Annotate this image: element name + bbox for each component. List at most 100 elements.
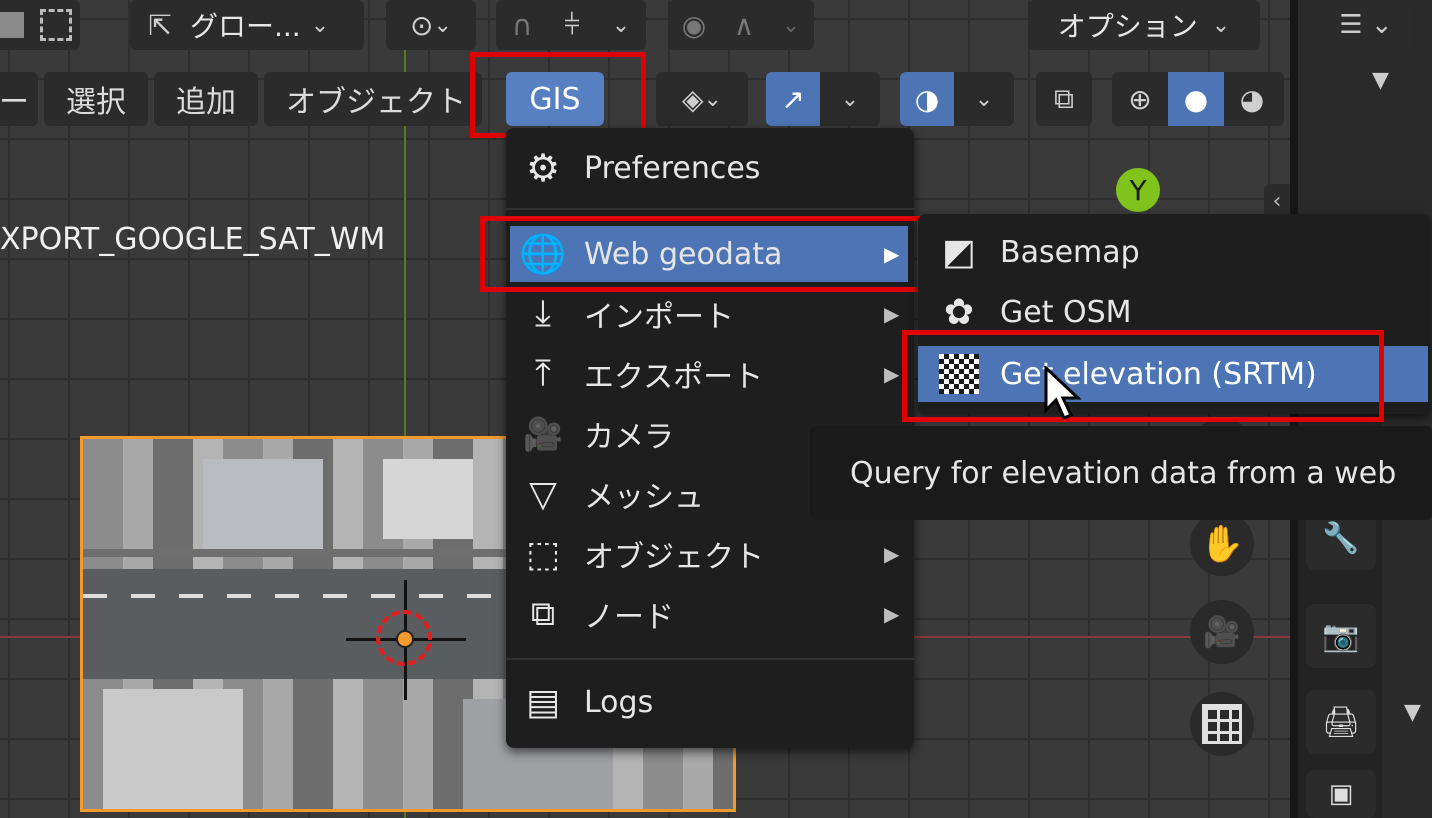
menu-label: ー (0, 85, 29, 120)
camera-icon: 🎥 (523, 415, 563, 453)
menu-object[interactable]: オブジェクト (264, 72, 482, 126)
select-box-icon[interactable] (0, 12, 24, 38)
chevron-down-icon: ⌄ (310, 12, 330, 38)
submenu-arrow-icon: ▶ (884, 302, 900, 326)
logs-icon: ▤ (525, 681, 560, 723)
camera-icon: 🎥 (1203, 614, 1241, 650)
menu-item-export[interactable]: ⤒ エクスポート ▶ (518, 346, 902, 402)
render-tab[interactable]: 📷 (1306, 604, 1376, 668)
overlay-icon[interactable]: ◑ (900, 72, 954, 126)
menu-view-partial[interactable]: ー (0, 72, 38, 126)
highlight-get-elevation (902, 330, 1384, 422)
menu-item-label: Get OSM (1000, 294, 1132, 330)
chevron-down-icon: ⌄ (433, 12, 452, 38)
import-icon: ⤓ (535, 293, 551, 334)
transform-axes-icon: ⇱ (148, 8, 172, 42)
submenu-arrow-icon: ▶ (884, 602, 900, 626)
menu-item-label: Basemap (1000, 234, 1140, 270)
ortho-toggle-button[interactable] (1190, 692, 1254, 756)
select-dashed-icon[interactable] (40, 9, 72, 41)
select-mode-buttons[interactable] (0, 0, 80, 50)
sidebar-toggle-arrow[interactable]: ‹ (1264, 184, 1290, 218)
menu-item-preferences[interactable]: ⚙ Preferences (518, 140, 902, 196)
building-block (203, 459, 323, 549)
menu-item-label: ノード (584, 600, 674, 635)
gizmo-toggle[interactable]: ↗ ⌄ (766, 72, 880, 126)
render-icon: 📷 (1322, 618, 1360, 654)
view-layer-tab[interactable]: ▣ (1306, 770, 1376, 818)
chevron-down-icon: ⌄ (840, 86, 860, 112)
falloff-curve-icon[interactable]: ∧ (734, 9, 755, 42)
collapse-arrow-icon[interactable]: ▼ (1372, 68, 1389, 93)
menu-item-object[interactable]: ⬚ オブジェクト ▶ (518, 526, 902, 582)
submenu-item-basemap[interactable]: ◩ Basemap (934, 224, 1424, 280)
options-label: オプション (1057, 10, 1198, 43)
snap-increment-icon[interactable]: ⫩ (564, 8, 580, 42)
pivot-point-dropdown[interactable]: ⊙ ⌄ (386, 0, 476, 50)
menu-label: 選択 (66, 85, 126, 120)
basemap-icon: ◩ (941, 231, 976, 273)
chevron-down-icon: ⌄ (974, 86, 994, 112)
gear-icon: ⚙ (525, 146, 561, 190)
wireframe-shading-icon[interactable]: ⊕ (1112, 83, 1168, 116)
pan-button[interactable]: ✋ (1190, 512, 1254, 576)
menu-item-label: インポート (584, 300, 734, 335)
output-tab[interactable]: 🖨 (1306, 690, 1376, 754)
grid-icon (1202, 704, 1242, 744)
gizmo-icon[interactable]: ↗ (766, 72, 820, 126)
object-name-label: XPORT_GOOGLE_SAT_WM (0, 222, 386, 257)
chevron-down-icon: ⌄ (611, 12, 631, 38)
overlay-toggle[interactable]: ◑ ⌄ (900, 72, 1014, 126)
solid-shading-icon[interactable]: ● (1168, 72, 1224, 126)
menu-item-label: Logs (584, 684, 654, 720)
xray-toggle[interactable]: ⧉ (1036, 72, 1092, 126)
object-type-visibility[interactable]: ◈ ⌄ (656, 72, 748, 126)
node-icon: ⧉ (530, 594, 556, 634)
material-shading-icon[interactable]: ◕ (1224, 83, 1280, 116)
transform-orientation-dropdown[interactable]: ⇱ グロー... ⌄ (130, 0, 364, 50)
chevron-down-icon: ⌄ (781, 12, 801, 38)
magnet-icon[interactable]: ∩ (512, 9, 533, 42)
outliner-list-icon: ☰ ⌄ (1339, 10, 1393, 40)
hand-icon: ✋ (1199, 524, 1245, 565)
menu-item-label: Preferences (584, 150, 761, 186)
camera-view-button[interactable]: 🎥 (1190, 600, 1254, 664)
image-icon: ▣ (1328, 779, 1354, 809)
menu-add[interactable]: 追加 (154, 72, 258, 126)
chevron-down-icon: ⌄ (1211, 12, 1231, 38)
outliner-display-mode[interactable]: ☰ ⌄ (1320, 0, 1412, 50)
menu-select[interactable]: 選択 (44, 72, 148, 126)
menu-label: オブジェクト (286, 85, 466, 120)
gizmo-y-label: Y (1129, 173, 1147, 207)
menu-item-node[interactable]: ⧉ ノード ▶ (518, 586, 902, 642)
eye-icon: ◈ (682, 82, 704, 116)
properties-editor[interactable] (1382, 570, 1432, 818)
menu-item-label: カメラ (584, 420, 674, 455)
chevron-down-icon: ⌄ (703, 86, 722, 112)
menu-item-import[interactable]: ⤓ インポート ▶ (518, 286, 902, 342)
submenu-arrow-icon: ▶ (884, 542, 900, 566)
menu-item-label: オブジェクト (584, 540, 764, 575)
highlight-gis (470, 52, 646, 138)
menu-label: 追加 (176, 85, 236, 120)
menu-item-label: エクスポート (584, 360, 764, 395)
menu-separator (506, 658, 914, 660)
mouse-cursor-icon (1044, 366, 1082, 420)
building-block (383, 459, 473, 539)
menu-item-label: メッシュ (584, 480, 704, 515)
gizmo-y-axis[interactable]: Y (1116, 168, 1160, 212)
export-icon: ⤒ (535, 353, 551, 394)
collapse-arrow-icon[interactable]: ▼ (1404, 700, 1421, 725)
proportional-edit-controls[interactable]: ◉ ∧ ⌄ (668, 0, 814, 50)
xray-icon: ⧉ (1054, 82, 1074, 115)
building-block (103, 689, 243, 809)
tooltip-text: Query for elevation data from a web (850, 455, 1397, 491)
snap-controls[interactable]: ∩ ⫩ ⌄ (496, 0, 646, 50)
mesh-icon: ▽ (529, 473, 557, 515)
options-dropdown[interactable]: オプション ⌄ (1028, 0, 1260, 50)
proportional-edit-icon[interactable]: ◉ (682, 9, 706, 42)
shading-modes[interactable]: ⊕ ● ◕ (1112, 72, 1284, 126)
menu-item-logs[interactable]: ▤ Logs (518, 674, 902, 730)
highlight-web-geodata (480, 216, 922, 292)
3d-cursor[interactable] (346, 580, 466, 700)
